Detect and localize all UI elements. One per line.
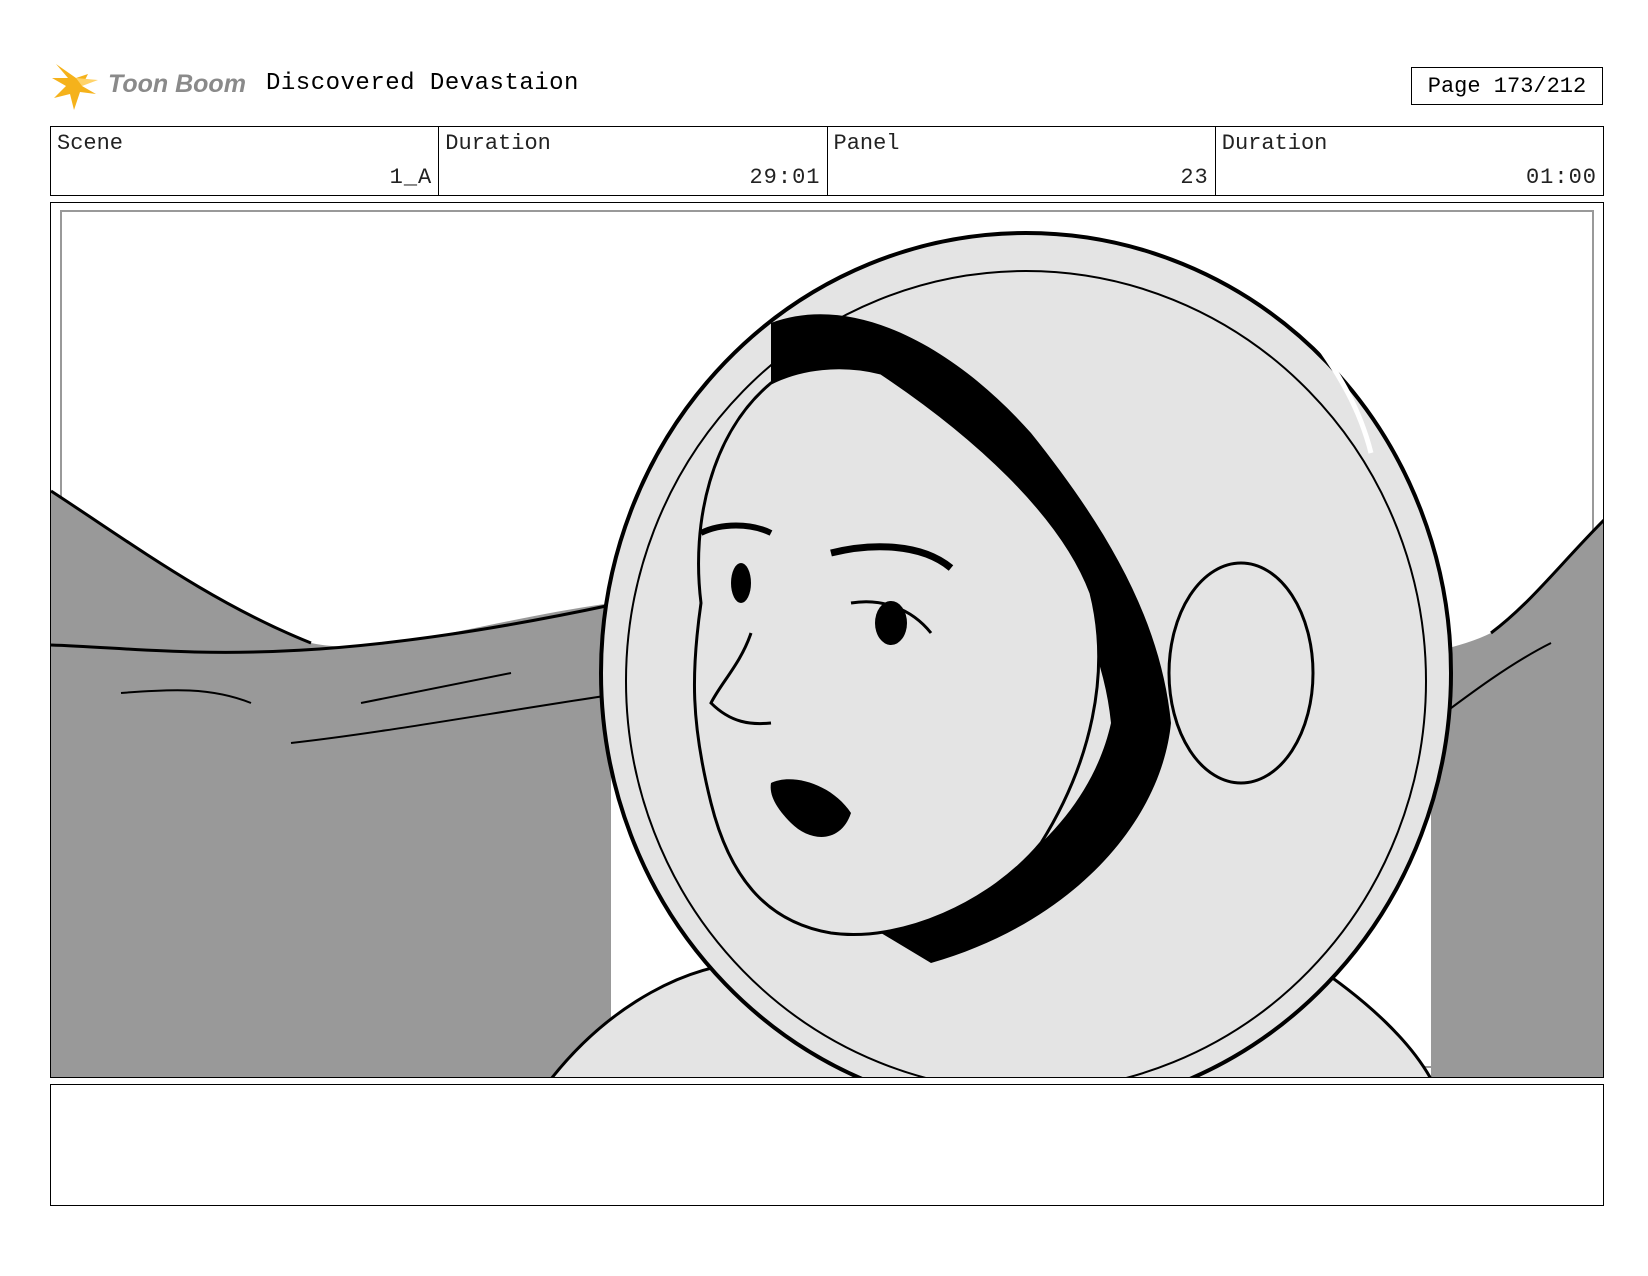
right-eye bbox=[875, 601, 907, 645]
info-bar: Scene 1_A Duration 29:01 Panel 23 Durati… bbox=[50, 126, 1604, 196]
scene-value: 1_A bbox=[389, 165, 433, 190]
logo-text: Toon Boom bbox=[108, 70, 246, 98]
panel-duration-label: Duration bbox=[1221, 131, 1328, 156]
sparkle-star-icon: Toon Boom bbox=[52, 64, 246, 110]
helmet-ear-piece bbox=[1167, 561, 1315, 785]
scene-duration-label: Duration bbox=[445, 131, 551, 156]
panel-label: Panel bbox=[833, 131, 900, 156]
astronaut-sketch bbox=[51, 210, 1603, 1077]
scene-duration-cell: Duration 29:01 bbox=[439, 127, 828, 195]
panel-duration-cell: Duration 01:00 bbox=[1216, 127, 1603, 195]
scene-label: Scene bbox=[57, 131, 124, 156]
scene-duration-value: 29:01 bbox=[749, 165, 821, 190]
storyboard-panel bbox=[50, 202, 1604, 1078]
toon-boom-logo: Toon Boom bbox=[52, 58, 252, 114]
scene-cell: Scene 1_A bbox=[51, 127, 440, 195]
panel-cell: Panel 23 bbox=[828, 127, 1216, 195]
right-hill bbox=[1431, 521, 1603, 1077]
panel-duration-value: 01:00 bbox=[1525, 165, 1597, 190]
panel-value: 23 bbox=[1180, 165, 1209, 190]
left-eye bbox=[731, 563, 751, 603]
left-hill bbox=[51, 491, 611, 1077]
page-indicator: Page 173/212 bbox=[1411, 67, 1603, 105]
notes-area[interactable] bbox=[50, 1084, 1604, 1206]
document-title: Discovered Devastaion bbox=[266, 70, 579, 97]
